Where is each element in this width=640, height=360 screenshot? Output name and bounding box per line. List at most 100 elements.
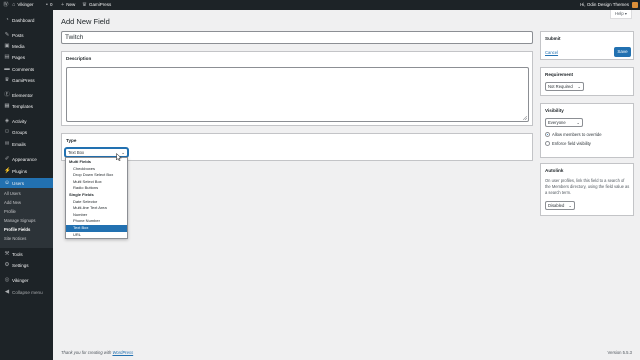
settings-icon: ⚙ xyxy=(4,262,10,268)
menu-templates[interactable]: ▦ Templates xyxy=(0,102,53,111)
mouse-cursor-icon xyxy=(116,153,122,161)
dropdown-option[interactable]: URL xyxy=(66,232,127,239)
admin-bar: Ⓦ ⌂ Vikinger ▪ 0 + New ♛ GamiPress Hi, Odin … xyxy=(0,0,640,10)
menu-comments[interactable]: ▬ Comments xyxy=(0,65,53,74)
submenu-all-users[interactable]: All Users xyxy=(4,190,21,198)
dropdown-option[interactable]: Radio Buttons xyxy=(66,185,127,192)
menu-pages[interactable]: ▤ Pages xyxy=(0,53,53,62)
groups-icon: ⚇ xyxy=(4,129,10,135)
wordpress-link[interactable]: WordPress xyxy=(112,350,133,355)
visibility-select[interactable]: Everyone ⌄ xyxy=(545,118,583,127)
dropdown-option[interactable]: Multi Select Box xyxy=(66,179,127,186)
resize-handle-icon[interactable] xyxy=(523,116,527,120)
submenu-profile[interactable]: Profile xyxy=(4,208,16,216)
new-content-link[interactable]: + New xyxy=(61,0,75,10)
dropdown-option[interactable]: Checkboxes xyxy=(66,166,127,173)
chevron-down-icon: ⌄ xyxy=(568,203,572,208)
activity-icon: ◈ xyxy=(4,118,10,124)
dashboard-icon: ◔ xyxy=(5,17,9,23)
visibility-select-value: Everyone xyxy=(548,120,566,125)
menu-elementor[interactable]: Ⓔ Elementor xyxy=(0,91,53,100)
dropdown-option-selected[interactable]: Text Box xyxy=(66,225,127,232)
requirement-box: Requirement Not Required ⌄ xyxy=(540,67,634,96)
submit-title: Submit xyxy=(545,36,561,41)
menu-groups[interactable]: ⚇ Groups xyxy=(0,128,53,137)
pin-icon: ✎ xyxy=(4,32,10,38)
autolink-select[interactable]: Disabled ⌄ xyxy=(545,201,575,210)
menu-activity[interactable]: ◈ Activity xyxy=(0,117,53,126)
type-title: Type xyxy=(66,138,77,143)
description-title: Description xyxy=(66,56,92,61)
autolink-box: Autolink On user profiles, link this fie… xyxy=(540,163,634,216)
admin-sidebar: ◔ Dashboard ✎ Posts ▣ Media ▤ Pages ▬ Comment… xyxy=(0,10,53,360)
gamipress-link[interactable]: ♛ GamiPress xyxy=(82,0,111,10)
submenu-profile-fields[interactable]: Profile Fields xyxy=(4,226,30,234)
submenu-add-new[interactable]: Add New xyxy=(4,199,21,207)
chevron-down-icon: ⌄ xyxy=(577,84,581,89)
autolink-title: Autolink xyxy=(545,168,564,173)
folder-icon: ▦ xyxy=(4,103,10,109)
requirement-select-value: Not Required xyxy=(548,84,573,89)
avatar[interactable] xyxy=(632,2,638,8)
autolink-description: On user profiles, link this field to a s… xyxy=(545,178,630,195)
dropdown-option[interactable]: Date Selector xyxy=(66,199,127,206)
collapse-menu-button[interactable]: ◀ Collapse menu xyxy=(0,288,53,297)
dropdown-option[interactable]: Phone Number xyxy=(66,218,127,225)
submit-box: Submit Cancel Save xyxy=(540,31,634,60)
menu-settings[interactable]: ⚙ Settings xyxy=(0,261,53,270)
footer-version: Version 5.5.3 xyxy=(607,350,632,355)
menu-appearance[interactable]: ✐ Appearance xyxy=(0,155,53,164)
submenu-manage-signups[interactable]: Manage Signups xyxy=(4,217,35,225)
menu-dashboard[interactable]: ◔ Dashboard xyxy=(0,16,53,25)
plus-icon: + xyxy=(61,2,65,8)
requirement-title: Requirement xyxy=(545,72,574,77)
type-dropdown-list: Multi Fields Checkboxes Drop Down Select… xyxy=(65,157,128,239)
radio-checked-icon[interactable] xyxy=(545,131,550,137)
email-icon: ✉ xyxy=(4,141,10,147)
menu-gamipress[interactable]: ♛ GamiPress xyxy=(0,76,53,85)
plug-icon: ⚡ xyxy=(4,168,11,174)
vikinger-icon: ◎ xyxy=(4,277,10,283)
allow-override-option[interactable]: Allow members to override xyxy=(545,131,602,138)
footer-credit: Thank you for creating with WordPress xyxy=(61,350,134,355)
wordpress-logo-icon[interactable]: Ⓦ xyxy=(3,0,11,10)
users-submenu: All Users Add New Profile Manage Signups… xyxy=(0,188,53,248)
page-title: Add New Field xyxy=(61,17,110,26)
enforce-visibility-option[interactable]: Enforce field visibility xyxy=(545,140,591,147)
radio-unchecked-icon[interactable] xyxy=(545,140,550,146)
user-greeting[interactable]: Hi, Odin Design Themes xyxy=(580,0,629,10)
submenu-site-notices[interactable]: Site Notices xyxy=(4,235,26,243)
menu-emails[interactable]: ✉ Emails xyxy=(0,140,53,149)
menu-vikinger[interactable]: ◎ Vikinger xyxy=(0,276,53,285)
brush-icon: ✐ xyxy=(4,156,10,162)
visibility-box: Visibility Everyone ⌄ Allow members to o… xyxy=(540,103,634,158)
type-box: Type Text Box ⌄ xyxy=(61,133,533,161)
comment-icon: ▬ xyxy=(4,66,10,72)
cancel-link[interactable]: Cancel xyxy=(545,50,558,55)
description-box: Description xyxy=(61,51,533,126)
dropdown-option[interactable]: Number xyxy=(66,212,127,219)
collapse-icon: ◀ xyxy=(4,289,10,295)
autolink-select-value: Disabled xyxy=(548,203,565,208)
trophy-icon: ♛ xyxy=(4,77,10,83)
site-name-link[interactable]: ⌂ Vikinger xyxy=(12,0,34,10)
save-button[interactable]: Save xyxy=(614,47,631,57)
help-tab[interactable]: Help ▾ xyxy=(610,10,632,19)
field-name-input[interactable]: Twitch xyxy=(61,31,533,44)
wrench-icon: ⚒ xyxy=(4,251,10,257)
chevron-down-icon: ⌄ xyxy=(576,120,580,125)
menu-posts[interactable]: ✎ Posts xyxy=(0,31,53,40)
menu-media[interactable]: ▣ Media xyxy=(0,42,53,51)
description-textarea[interactable] xyxy=(66,67,529,122)
dropdown-group-single-fields: Single Fields xyxy=(69,192,94,197)
trophy-icon: ♛ xyxy=(82,2,87,8)
dropdown-option[interactable]: Drop Down Select Box xyxy=(66,172,127,179)
elementor-icon: Ⓔ xyxy=(4,92,10,98)
dropdown-option[interactable]: Multi-line Text Area xyxy=(66,205,127,212)
menu-plugins[interactable]: ⚡ Plugins xyxy=(0,167,53,176)
requirement-select[interactable]: Not Required ⌄ xyxy=(545,82,584,91)
visibility-title: Visibility xyxy=(545,108,564,113)
media-icon: ▣ xyxy=(4,43,10,49)
comments-link[interactable]: ▪ 0 xyxy=(46,0,52,10)
menu-tools[interactable]: ⚒ Tools xyxy=(0,250,53,259)
